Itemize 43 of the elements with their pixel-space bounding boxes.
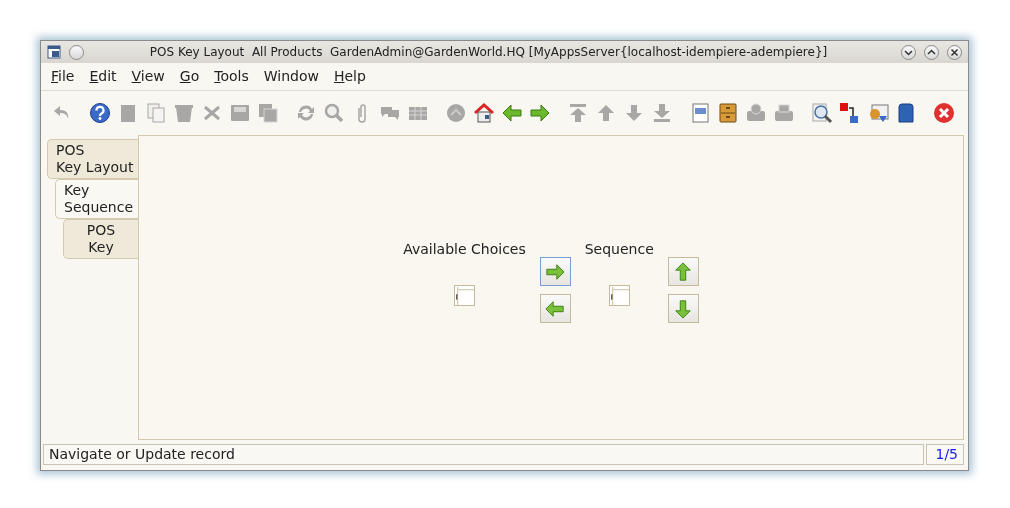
right-arrow-icon <box>545 261 566 282</box>
cabinet-icon[interactable] <box>717 102 739 124</box>
left-arrow-icon <box>545 298 566 319</box>
maximize-button[interactable] <box>924 44 939 60</box>
minimize-button[interactable] <box>901 44 916 60</box>
left-arrow-icon[interactable] <box>501 102 523 124</box>
list-box[interactable] <box>608 285 630 306</box>
menu-item[interactable]: Window <box>263 66 328 87</box>
window-title: POS Key Layout All Products GardenAdmin@GardenWorld.HQ [MyAppsServer{localhost-idempiere-adempiere}] <box>148 44 829 61</box>
left-arrow-button[interactable] <box>539 294 571 323</box>
pin-button[interactable] <box>69 44 84 60</box>
menu-item[interactable]: Go <box>179 66 209 87</box>
close-button[interactable] <box>947 44 962 60</box>
tab[interactable]: POS Key Layout <box>47 139 138 179</box>
home-icon[interactable] <box>473 102 495 124</box>
list-box[interactable] <box>453 285 475 306</box>
menu-item[interactable]: View <box>131 66 174 87</box>
up-arrow-button[interactable] <box>667 257 699 286</box>
record-counter: 1/5 <box>926 443 964 465</box>
close-icon <box>950 47 959 57</box>
chevron-down-icon <box>904 47 913 57</box>
magnifier-icon[interactable] <box>811 102 833 124</box>
tab[interactable]: POS Key <box>63 219 138 259</box>
report-icon[interactable] <box>689 102 711 124</box>
status-message: Navigate or Update record <box>43 443 924 465</box>
transfer-icon[interactable] <box>839 102 861 124</box>
menu-item[interactable]: Help <box>333 66 375 87</box>
menu-item[interactable]: File <box>51 66 84 87</box>
workflow-icon[interactable] <box>867 102 889 124</box>
window-menu-icon[interactable] <box>47 45 61 59</box>
right-arrow-button[interactable] <box>539 257 571 286</box>
menu-item[interactable]: Tools <box>214 66 258 87</box>
up-arrow-icon <box>673 261 694 282</box>
down-arrow-icon <box>673 298 694 319</box>
down-arrow-button[interactable] <box>667 294 699 323</box>
right-arrow-icon[interactable] <box>529 102 551 124</box>
menu-item[interactable]: Edit <box>89 66 126 87</box>
close-icon[interactable] <box>933 102 955 124</box>
help-icon[interactable] <box>89 102 111 124</box>
sequence-label: Sequence <box>584 240 654 259</box>
available-choices-label: Available Choices <box>403 240 526 259</box>
tab[interactable]: Key Sequence <box>55 179 138 219</box>
chevron-up-icon <box>927 47 936 57</box>
